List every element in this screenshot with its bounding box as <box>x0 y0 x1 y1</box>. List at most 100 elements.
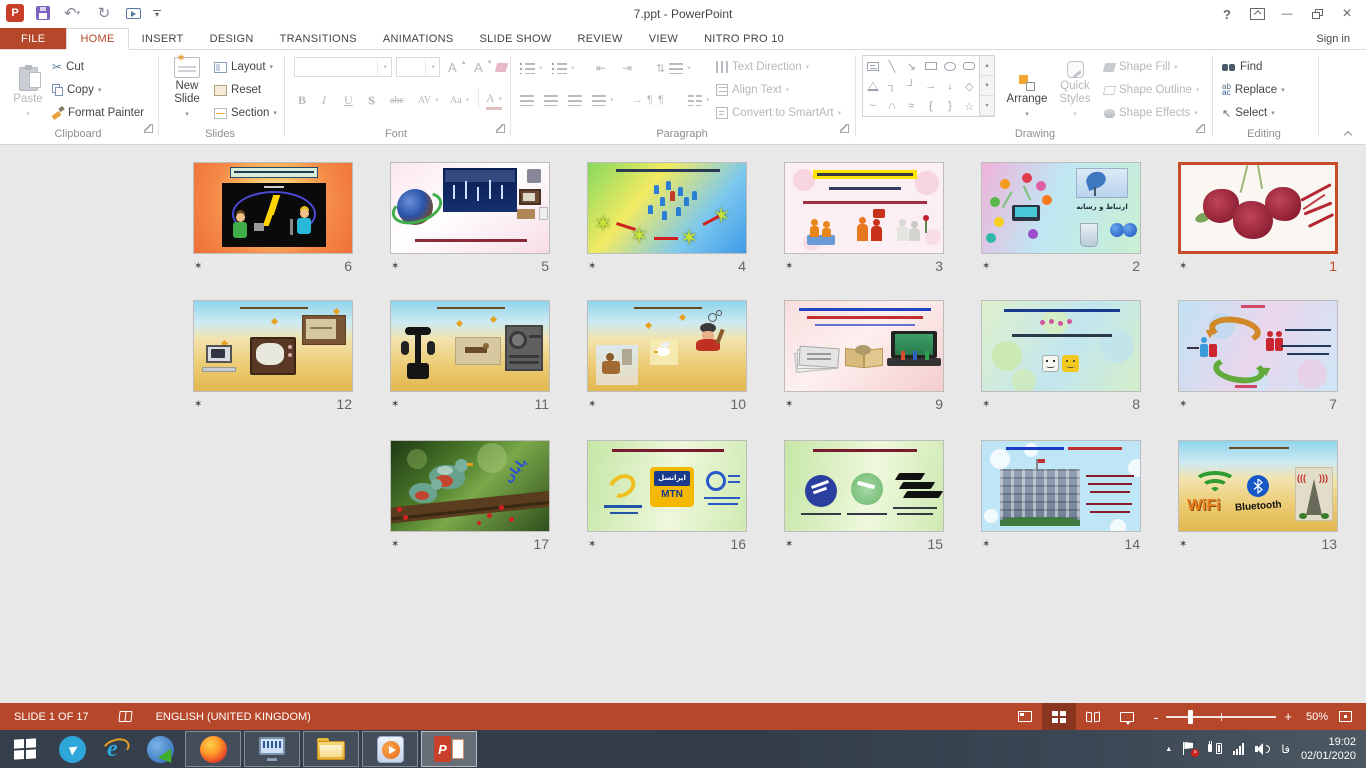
slide-show-button[interactable] <box>1110 703 1144 730</box>
underline-button[interactable]: U <box>344 90 353 110</box>
star-shape-icon[interactable]: ☆ <box>964 100 974 113</box>
shape-fill-button[interactable]: Shape Fill▾ <box>1104 57 1178 77</box>
find-button[interactable]: Find <box>1222 57 1262 77</box>
select-button[interactable]: ↖ Select▾ <box>1222 103 1275 123</box>
start-button[interactable] <box>0 731 50 767</box>
shapes-more-button[interactable]: ▾ <box>980 96 994 116</box>
slide-cell-5[interactable]: ✶5 <box>390 162 550 275</box>
slide-12-image[interactable] <box>193 300 353 392</box>
network-signal-icon[interactable] <box>1233 743 1244 755</box>
align-text-button[interactable]: Align Text▾ <box>716 80 789 100</box>
fit-slide-to-window-button[interactable] <box>1328 703 1362 730</box>
slide-15-image[interactable] <box>784 440 944 532</box>
diamond-shape-icon[interactable]: ◇ <box>965 80 973 93</box>
slide-9-image[interactable] <box>784 300 944 392</box>
paragraph-dialog-launcher[interactable] <box>840 124 849 133</box>
slide-7-image[interactable] <box>1178 300 1338 392</box>
slide-1-image[interactable] <box>1178 162 1338 254</box>
columns-button[interactable]: ▾ <box>688 90 710 110</box>
slide-11-image[interactable] <box>390 300 550 392</box>
strikethrough-button[interactable]: abc <box>390 90 404 110</box>
taskbar-onscreen-keyboard-icon[interactable] <box>244 731 300 767</box>
volume-icon[interactable] <box>1255 743 1270 755</box>
tab-design[interactable]: DESIGN <box>197 28 267 49</box>
normal-view-button[interactable] <box>1008 703 1042 730</box>
shape-outline-button[interactable]: Shape Outline▾ <box>1104 80 1199 100</box>
slide-10-image[interactable] <box>587 300 747 392</box>
taskbar-media-player-icon[interactable] <box>362 731 418 767</box>
zoom-in-button[interactable]: + <box>1284 709 1292 724</box>
zoom-slider[interactable] <box>1166 716 1276 718</box>
taskbar-powerpoint-icon[interactable]: P <box>421 731 477 767</box>
text-direction-button[interactable]: Text Direction▾ <box>716 57 809 77</box>
show-hidden-icons-button[interactable]: ▲ <box>1165 746 1172 753</box>
slide-cell-8[interactable]: ✶8 <box>981 300 1141 413</box>
new-slide-button[interactable]: ✶ New Slide ▾ <box>166 55 208 121</box>
tab-transitions[interactable]: TRANSITIONS <box>267 28 370 49</box>
line-spacing-button[interactable]: ⇅ ▾ <box>656 58 691 78</box>
arrange-button[interactable]: Arrange ▾ <box>1004 55 1050 121</box>
input-language-indicator[interactable]: فا <box>1281 743 1290 756</box>
tab-file[interactable]: FILE <box>0 28 66 49</box>
slide-cell-14[interactable]: ✶14 <box>981 440 1141 553</box>
restore-button[interactable] <box>1302 0 1332 28</box>
shrink-font-button[interactable]: A▼ <box>474 57 493 77</box>
taskbar-internet-explorer-icon[interactable]: e <box>94 731 138 767</box>
rectangle-shape-icon[interactable] <box>925 62 937 70</box>
shapes-scroll-up-button[interactable]: ▲ <box>980 56 994 76</box>
reset-button[interactable]: Reset <box>214 80 261 100</box>
triangle-shape-icon[interactable] <box>867 82 879 91</box>
change-case-button[interactable]: Aa▾ <box>450 90 469 110</box>
bullets-button[interactable]: ▾ <box>520 58 543 78</box>
slide-14-image[interactable] <box>981 440 1141 532</box>
tab-insert[interactable]: INSERT <box>129 28 197 49</box>
slide-cell-13[interactable]: WiFi Bluetooth ((( ))) ✶13 <box>1178 440 1338 553</box>
text-box-shape-icon[interactable] <box>867 62 879 71</box>
replace-button[interactable]: abac Replace▾ <box>1222 80 1285 100</box>
quick-styles-button[interactable]: Quick Styles ▾ <box>1052 55 1098 121</box>
taskbar-firefox-icon[interactable] <box>185 731 241 767</box>
cut-button[interactable]: ✂ Cut <box>52 57 84 77</box>
tab-animations[interactable]: ANIMATIONS <box>370 28 467 49</box>
align-right-button[interactable] <box>568 90 582 110</box>
slide-3-image[interactable] <box>784 162 944 254</box>
paste-button[interactable]: Paste ▾ <box>10 55 46 121</box>
spell-check-button[interactable] <box>119 711 132 722</box>
tab-view[interactable]: VIEW <box>636 28 691 49</box>
rtl-direction-button[interactable]: ¶ <box>658 90 664 110</box>
numbering-button[interactable]: ▾ <box>552 58 575 78</box>
elbow-connector-icon[interactable]: ┐ <box>888 80 896 92</box>
tab-home[interactable]: HOME <box>66 28 128 50</box>
oval-shape-icon[interactable] <box>944 62 956 71</box>
align-center-button[interactable] <box>544 90 558 110</box>
slide-8-image[interactable] <box>981 300 1141 392</box>
slide-cell-12[interactable]: ✶12 <box>193 300 353 413</box>
zoom-slider-handle[interactable] <box>1188 710 1193 724</box>
sign-in-link[interactable]: Sign in <box>1316 28 1366 49</box>
slide-cell-2[interactable]: ارتباط و رسانه ✶2 <box>981 162 1141 275</box>
language-indicator[interactable]: ENGLISH (UNITED KINGDOM) <box>156 711 311 723</box>
justify-button[interactable]: ▾ <box>592 90 614 110</box>
layout-button[interactable]: Layout▾ <box>214 57 273 77</box>
slide-5-image[interactable] <box>390 162 550 254</box>
clear-formatting-button[interactable] <box>496 57 507 77</box>
slide-16-image[interactable]: ایرانسل MTN <box>587 440 747 532</box>
tab-slide-show[interactable]: SLIDE SHOW <box>466 28 564 49</box>
font-name-combo[interactable]: ▾ <box>294 57 392 77</box>
format-painter-button[interactable]: Format Painter <box>52 103 144 123</box>
slide-cell-17[interactable]: پایان ✶17 <box>390 440 550 553</box>
convert-to-smartart-button[interactable]: Convert to SmartArt▾ <box>716 103 841 123</box>
slide-2-image[interactable]: ارتباط و رسانه <box>981 162 1141 254</box>
section-button[interactable]: Section▾ <box>214 103 277 123</box>
slide-cell-7[interactable]: ✶7 <box>1178 300 1338 413</box>
slide-13-image[interactable]: WiFi Bluetooth ((( ))) <box>1178 440 1338 532</box>
slide-cell-16[interactable]: ایرانسل MTN ✶16 <box>587 440 747 553</box>
clock[interactable]: 19:02 02/01/2020 <box>1301 735 1356 763</box>
slide-cell-15[interactable]: ✶15 <box>784 440 944 553</box>
reading-view-button[interactable] <box>1076 703 1110 730</box>
text-shadow-button[interactable]: S <box>368 90 375 110</box>
slide-cell-1[interactable]: ✶1 <box>1178 162 1338 275</box>
line-shape-icon[interactable]: ╲ <box>889 60 896 73</box>
font-color-button[interactable]: A▾ <box>486 90 502 110</box>
shapes-scroll-down-button[interactable]: ▼ <box>980 76 994 96</box>
